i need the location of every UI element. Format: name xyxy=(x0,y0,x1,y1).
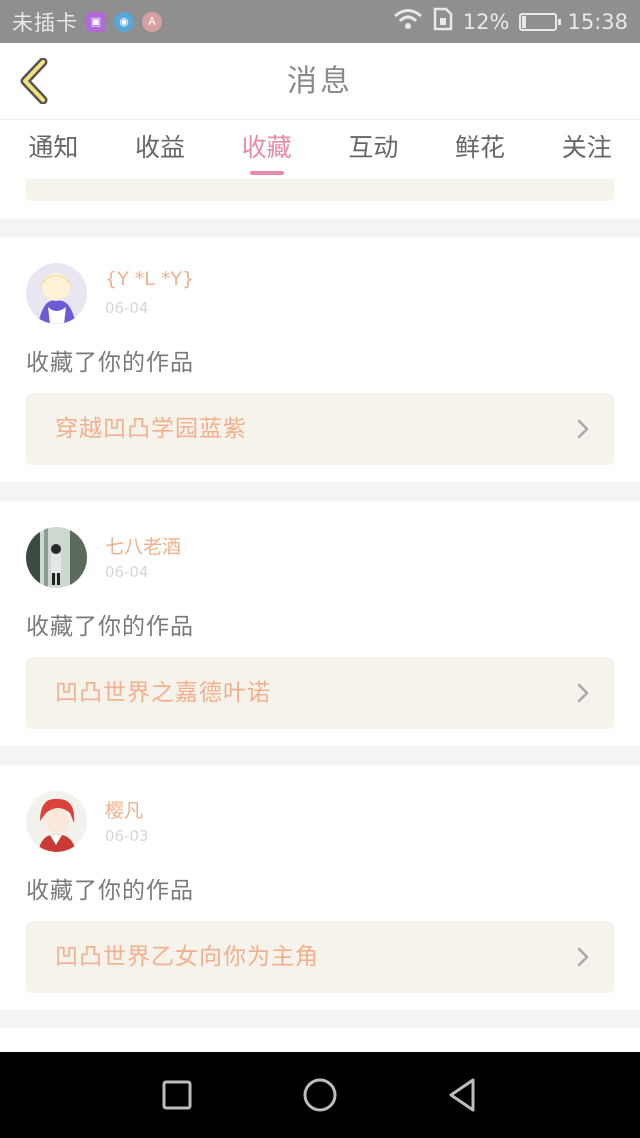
tab-favorites[interactable]: 收藏 xyxy=(213,121,320,179)
message-date: 06-03 xyxy=(105,827,149,845)
back-button[interactable] xyxy=(14,57,54,105)
header: 消息 xyxy=(0,43,640,120)
chevron-left-icon xyxy=(20,58,48,104)
work-title: 穿越凹凸学园蓝紫 xyxy=(55,416,247,442)
action-text: 收藏了你的作品 xyxy=(26,614,194,640)
wifi-icon xyxy=(393,8,423,35)
recent-apps-button[interactable] xyxy=(137,1052,217,1138)
work-link[interactable] xyxy=(26,179,614,201)
message-date: 06-04 xyxy=(105,299,149,317)
avatar[interactable] xyxy=(26,527,87,588)
chevron-right-icon xyxy=(577,683,589,703)
app-icon: A xyxy=(142,11,162,32)
status-bar: 未插卡 ▣ ◉ A 12% 15:38 xyxy=(0,0,640,43)
tab-following[interactable]: 关注 xyxy=(533,121,640,179)
back-nav-button[interactable] xyxy=(422,1052,502,1138)
list-item: {Y *L *Y} 06-04 收藏了你的作品 穿越凹凸学园蓝紫 xyxy=(0,237,640,482)
avatar[interactable] xyxy=(26,263,87,324)
chevron-right-icon xyxy=(577,947,589,967)
username[interactable]: {Y *L *Y} xyxy=(105,268,194,290)
action-text: 收藏了你的作品 xyxy=(26,350,194,376)
list-item xyxy=(0,179,640,219)
username[interactable]: 樱凡 xyxy=(105,796,143,823)
work-link[interactable]: 凹凸世界之嘉德叶诺 xyxy=(26,657,614,729)
work-title: 凹凸世界乙女向你为主角 xyxy=(55,944,319,970)
work-link[interactable]: 穿越凹凸学园蓝紫 xyxy=(26,393,614,465)
tab-notifications[interactable]: 通知 xyxy=(0,121,107,179)
battery-percent: 12% xyxy=(462,9,510,34)
username[interactable]: 七八老酒 xyxy=(105,532,181,559)
action-text: 收藏了你的作品 xyxy=(26,878,194,904)
list-item: 樱凡 06-03 收藏了你的作品 凹凸世界乙女向你为主角 xyxy=(0,765,640,1010)
clock: 15:38 xyxy=(567,9,628,34)
gallery-icon: ▣ xyxy=(86,11,106,32)
sync-icon: ◉ xyxy=(114,11,134,32)
home-button[interactable] xyxy=(280,1052,360,1138)
list-item xyxy=(0,1028,640,1052)
tab-flowers[interactable]: 鲜花 xyxy=(427,121,534,179)
tab-bar: 通知 收益 收藏 互动 鲜花 关注 xyxy=(0,121,640,179)
work-link[interactable]: 凹凸世界乙女向你为主角 xyxy=(26,921,614,993)
carrier-label: 未插卡 xyxy=(12,10,78,35)
chevron-right-icon xyxy=(577,419,589,439)
tab-earnings[interactable]: 收益 xyxy=(107,121,214,179)
message-list[interactable]: {Y *L *Y} 06-04 收藏了你的作品 穿越凹凸学园蓝紫 七八老酒 06… xyxy=(0,179,640,1052)
list-item: 七八老酒 06-04 收藏了你的作品 凹凸世界之嘉德叶诺 xyxy=(0,501,640,746)
avatar[interactable] xyxy=(26,791,87,852)
home-icon xyxy=(303,1078,337,1112)
battery-charging-icon xyxy=(519,12,562,31)
system-nav-bar xyxy=(0,1052,640,1138)
tab-interactions[interactable]: 互动 xyxy=(320,121,427,179)
work-title: 凹凸世界之嘉德叶诺 xyxy=(55,680,271,706)
message-date: 06-04 xyxy=(105,563,149,581)
back-triangle-icon xyxy=(449,1078,475,1112)
page-title: 消息 xyxy=(287,64,353,99)
recent-apps-icon xyxy=(162,1080,192,1110)
sim-icon xyxy=(433,7,453,36)
